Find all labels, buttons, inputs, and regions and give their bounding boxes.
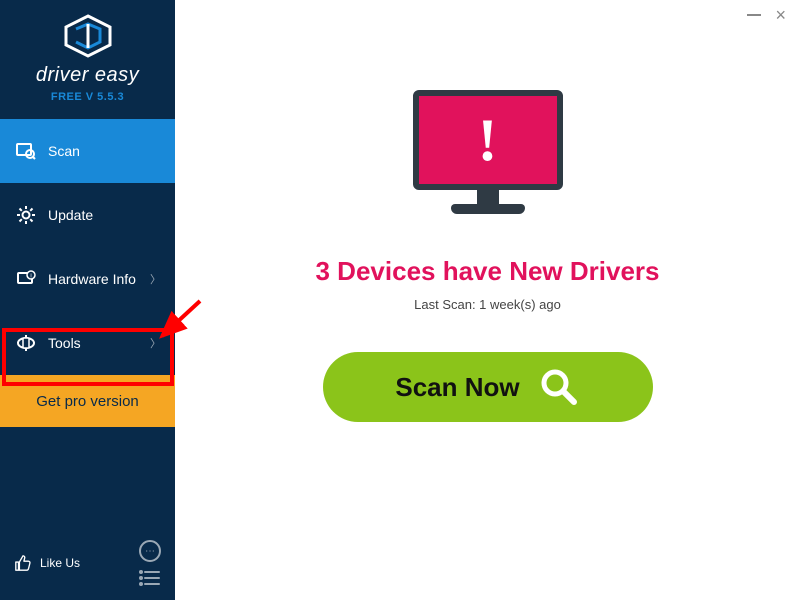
- scan-now-button[interactable]: Scan Now: [323, 352, 653, 422]
- scan-icon: [14, 141, 38, 161]
- last-scan-text: Last Scan: 1 week(s) ago: [414, 297, 561, 312]
- chevron-right-icon: 〉: [150, 271, 161, 287]
- sidebar-item-label: Tools: [48, 335, 150, 351]
- sidebar-item-label: Update: [48, 207, 161, 223]
- brand-version: FREE V 5.5.3: [0, 91, 175, 103]
- magnifier-icon: [538, 366, 580, 408]
- sidebar-item-tools[interactable]: Tools 〉: [0, 311, 175, 375]
- logo-icon: [62, 14, 114, 58]
- sidebar-item-label: Hardware Info: [48, 271, 150, 287]
- like-us-button[interactable]: Like Us: [14, 554, 80, 572]
- scan-now-label: Scan Now: [395, 372, 519, 403]
- sidebar-item-update[interactable]: Update: [0, 183, 175, 247]
- sidebar-item-label: Scan: [48, 143, 161, 159]
- main-panel: ! 3 Devices have New Drivers Last Scan: …: [175, 0, 800, 600]
- sidebar: driver easy FREE V 5.5.3 Scan Update i: [0, 0, 175, 600]
- brand-block: driver easy FREE V 5.5.3: [0, 0, 175, 119]
- get-pro-label: Get pro version: [36, 393, 139, 410]
- monitor-graphic: !: [413, 90, 563, 230]
- thumbs-up-icon: [14, 554, 32, 572]
- get-pro-button[interactable]: Get pro version: [0, 375, 175, 427]
- chevron-right-icon: 〉: [150, 335, 161, 351]
- like-us-label: Like Us: [40, 556, 80, 570]
- menu-button[interactable]: [139, 570, 161, 586]
- exclamation-icon: !: [478, 106, 498, 175]
- minimize-icon: [747, 14, 761, 16]
- feedback-button[interactable]: ⋯: [139, 540, 161, 562]
- brand-name: driver easy: [0, 64, 175, 87]
- svg-text:i: i: [30, 274, 31, 280]
- close-button[interactable]: ×: [775, 6, 786, 24]
- tools-icon: [14, 333, 38, 353]
- sidebar-item-hardware-info[interactable]: i Hardware Info 〉: [0, 247, 175, 311]
- gear-icon: [14, 205, 38, 225]
- headline: 3 Devices have New Drivers: [316, 256, 660, 287]
- speech-bubble-icon: ⋯: [145, 546, 155, 557]
- sidebar-item-scan[interactable]: Scan: [0, 119, 175, 183]
- sidebar-bottom: Like Us ⋯: [0, 530, 175, 600]
- hardware-info-icon: i: [14, 269, 38, 289]
- minimize-button[interactable]: [747, 14, 761, 16]
- nav: Scan Update i Hardware Info 〉 Tools: [0, 119, 175, 375]
- close-icon: ×: [775, 6, 786, 24]
